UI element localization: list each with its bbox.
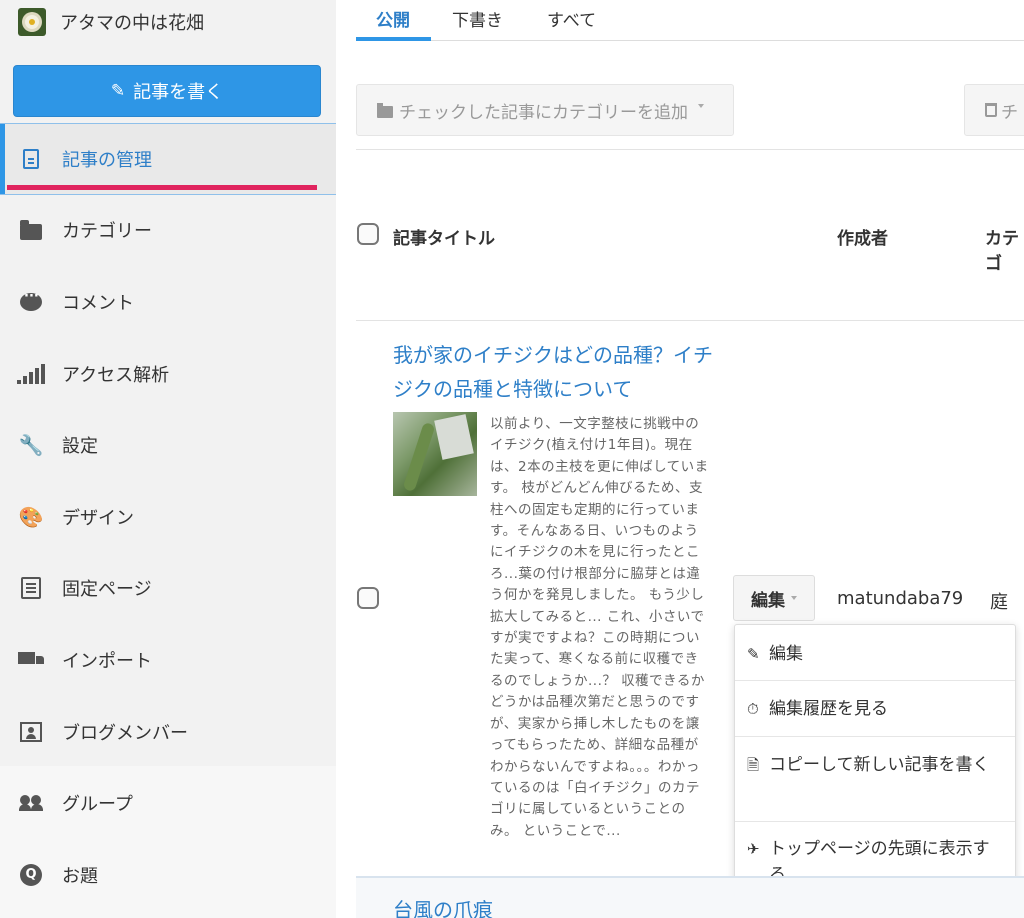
edit-label: 編集 xyxy=(751,590,785,611)
sidebar-item-label: カテゴリー xyxy=(62,221,152,243)
post-category: 庭 xyxy=(990,592,1008,613)
folder-icon xyxy=(18,217,44,243)
sidebar-item-label: アクセス解析 xyxy=(62,364,170,386)
menu-item-label: 編集 xyxy=(769,644,803,664)
copy-doc-icon: 🗎 xyxy=(747,756,760,774)
sidebar-item-settings[interactable]: 🔧 設定 xyxy=(0,409,336,481)
menu-separator xyxy=(735,821,1015,822)
sidebar-item-import[interactable]: インポート xyxy=(0,624,336,696)
red-annotation-underline xyxy=(7,185,317,190)
edit-dropdown-button[interactable]: 編集 xyxy=(733,575,815,621)
edit-icon: ✎ xyxy=(747,645,760,663)
write-article-label: 記事を書く xyxy=(133,82,224,103)
q-icon: Q xyxy=(18,862,44,888)
palette-icon: 🎨 xyxy=(18,504,44,529)
status-tabs: 公開 下書き すべて xyxy=(356,0,1024,41)
caret-down-icon xyxy=(698,104,704,108)
pencil-square-icon: ✎ xyxy=(110,81,126,101)
menu-separator xyxy=(735,680,1015,681)
add-category-button[interactable]: チェックした記事にカテゴリーを追加 xyxy=(356,84,734,136)
active-tab-indicator xyxy=(356,37,431,41)
write-article-button[interactable]: ✎ 記事を書く xyxy=(13,65,321,117)
tab-all[interactable]: すべて xyxy=(547,6,596,31)
sidebar-item-category[interactable]: カテゴリー xyxy=(0,195,336,267)
sidebar-item-label: インポート xyxy=(62,650,152,672)
sidebar-nav: 記事の管理 カテゴリー コメント アクセス解析 🔧 設定 🎨 デザイン 固定ペー… xyxy=(0,123,336,911)
delete-checked-label: チ xyxy=(1001,102,1018,123)
column-header-category: カテゴ xyxy=(985,229,1019,274)
sidebar-item-access-analysis[interactable]: アクセス解析 xyxy=(0,338,336,410)
truck-icon xyxy=(18,647,44,673)
divider xyxy=(356,320,1024,321)
tab-draft[interactable]: 下書き xyxy=(452,6,503,31)
post-excerpt: 以前より、一文字整枝に挑戦中のイチジク(植え付け1年目)。現在は、2本の主枝を更… xyxy=(490,416,709,839)
row-checkbox[interactable] xyxy=(357,587,379,609)
sidebar-item-theme[interactable]: Q お題 xyxy=(0,839,336,911)
sidebar-item-article-management[interactable]: 記事の管理 xyxy=(0,123,336,195)
sidebar-item-fixed-page[interactable]: 固定ページ xyxy=(0,553,336,625)
edit-dropdown-menu: ✎ 編集 ⏱ 編集履歴を見る 🗎 コピーして新しい記事を書く ✈ トップページの… xyxy=(734,624,1016,898)
divider xyxy=(356,149,1024,150)
caret-down-icon xyxy=(791,596,797,600)
add-category-label: チェックした記事にカテゴリーを追加 xyxy=(399,102,688,123)
stopwatch-icon: ⏱ xyxy=(747,700,759,718)
next-post-title-link[interactable]: 台風の爪痕 xyxy=(393,894,493,918)
sidebar-item-design[interactable]: 🎨 デザイン xyxy=(0,481,336,553)
post-thumbnail xyxy=(393,412,477,496)
sidebar-item-label: デザイン xyxy=(62,507,134,529)
menu-separator xyxy=(735,736,1015,737)
folder-icon xyxy=(377,102,393,118)
blog-header[interactable]: アタマの中は花畑 xyxy=(18,7,204,37)
sidebar-item-label: コメント xyxy=(62,292,134,314)
column-header-title: 記事タイトル xyxy=(393,229,495,249)
sidebar-item-label: 設定 xyxy=(62,436,98,458)
signal-bars-icon xyxy=(17,361,45,387)
sidebar-item-label: グループ xyxy=(62,794,133,816)
document-icon xyxy=(18,146,44,172)
sidebar-item-label: ブログメンバー xyxy=(62,722,188,744)
wrench-icon: 🔧 xyxy=(18,433,44,458)
post-author: matundaba79 xyxy=(837,588,964,609)
select-all-checkbox[interactable] xyxy=(357,223,379,245)
blog-title: アタマの中は花畑 xyxy=(60,13,204,34)
trash-icon xyxy=(985,103,997,117)
group-icon xyxy=(18,790,44,816)
menu-item-label: 編集履歴を見る xyxy=(769,699,888,719)
sidebar-item-blog-member[interactable]: ブログメンバー xyxy=(0,696,336,768)
sidebar-item-label: 記事の管理 xyxy=(62,149,152,171)
menu-item-edit[interactable]: ✎ 編集 xyxy=(735,641,1015,667)
sidebar-item-label: 固定ページ xyxy=(62,579,152,601)
menu-item-label: コピーして新しい記事を書く xyxy=(769,755,990,775)
sidebar-item-label: お題 xyxy=(62,865,98,887)
page-icon xyxy=(18,575,44,601)
menu-item-copy-new-article[interactable]: 🗎 コピーして新しい記事を書く xyxy=(735,752,1015,778)
column-header-author: 作成者 xyxy=(837,229,888,249)
post-title-link[interactable]: 我が家のイチジクはどの品種？イチジクの品種と特徴について xyxy=(393,338,723,406)
sidebar-item-comment[interactable]: コメント xyxy=(0,266,336,338)
menu-item-edit-history[interactable]: ⏱ 編集履歴を見る xyxy=(735,696,1015,722)
sidebar-item-group[interactable]: グループ xyxy=(0,767,336,839)
tab-published[interactable]: 公開 xyxy=(376,6,410,31)
delete-checked-button[interactable]: チ xyxy=(964,84,1024,136)
comment-icon xyxy=(18,289,44,315)
blog-logo-icon xyxy=(18,8,46,36)
member-icon xyxy=(18,719,44,745)
